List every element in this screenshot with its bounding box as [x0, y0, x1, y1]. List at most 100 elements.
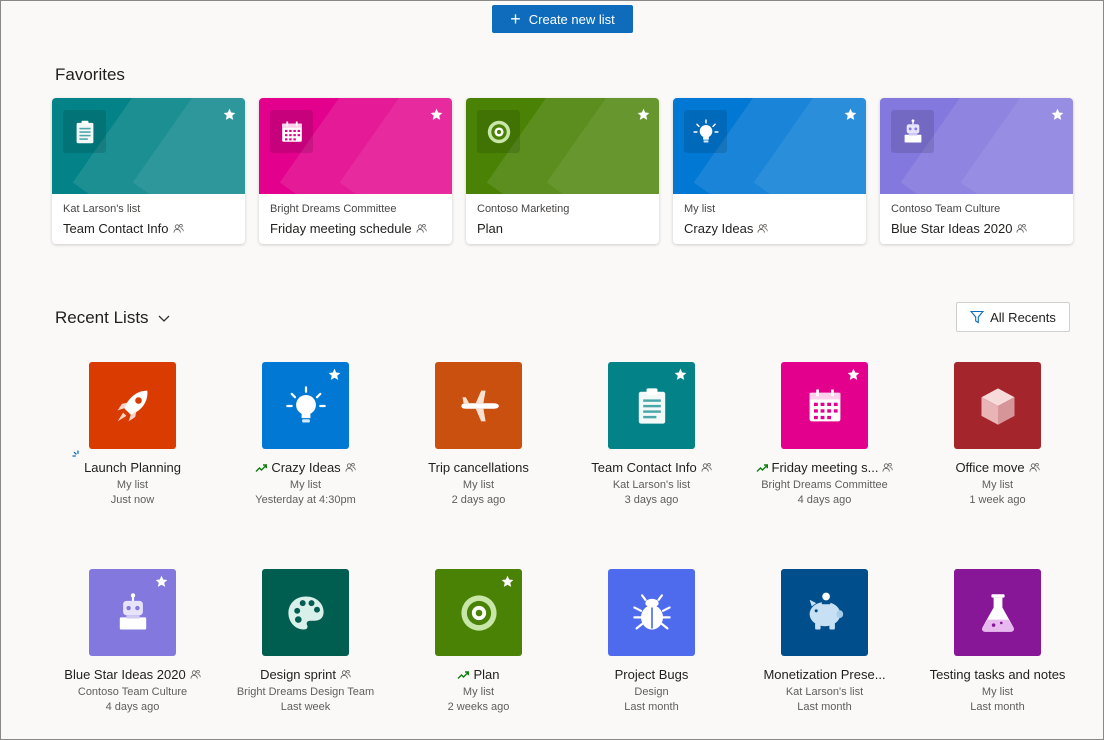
favorite-star-icon[interactable] [223, 108, 236, 121]
recent-list-title-text: Plan [473, 667, 500, 682]
recent-list-thumbnail [262, 569, 349, 656]
recent-list-title-text: Launch Planning [84, 460, 181, 475]
favorite-card-title: Team Contact Info [63, 221, 184, 236]
recent-list-tile[interactable]: Launch Planning My list Just now [46, 362, 219, 512]
favorites-row: Kat Larson's list Team Contact Info Brig… [52, 98, 1073, 244]
recent-list-tile[interactable]: Testing tasks and notes My list Last mon… [911, 569, 1084, 719]
recent-list-title: Blue Star Ideas 2020 [46, 667, 219, 682]
favorite-star-icon[interactable] [844, 108, 857, 121]
recent-list-timestamp: 4 days ago [105, 701, 160, 713]
recent-list-owner: Kat Larson's list [785, 686, 864, 698]
shared-people-icon [345, 463, 356, 472]
recent-list-tile[interactable]: Monetization Prese... Kat Larson's list … [738, 569, 911, 719]
clipboard-icon [63, 110, 106, 153]
recent-list-thumbnail [89, 362, 176, 449]
recent-list-thumbnail [435, 569, 522, 656]
recent-list-timestamp: 3 days ago [624, 494, 679, 506]
recent-list-tile[interactable]: Office move My list 1 week ago [911, 362, 1084, 512]
palette-icon [284, 591, 328, 635]
cube-icon [976, 384, 1020, 428]
recent-list-owner: Bright Dreams Design Team [236, 686, 375, 698]
chevron-down-icon [158, 315, 170, 322]
recent-list-timestamp: Just now [110, 494, 155, 506]
recent-row-2: Blue Star Ideas 2020 Contoso Team Cultur… [46, 569, 1084, 719]
recent-list-thumbnail [781, 362, 868, 449]
favorites-heading: Favorites [55, 65, 125, 84]
favorite-card-title-text: Plan [477, 221, 504, 236]
favorite-card-owner: Contoso Team Culture [891, 203, 1001, 215]
rocket-icon [111, 384, 155, 428]
favorite-card-title: Plan [477, 221, 503, 236]
favorite-card-title-text: Crazy Ideas [684, 221, 754, 236]
recent-list-owner: My list [116, 479, 149, 491]
all-recents-filter-button[interactable]: All Recents [956, 302, 1070, 332]
recent-list-title: Team Contact Info [565, 460, 738, 475]
recent-list-thumbnail [608, 362, 695, 449]
recent-list-owner: My list [981, 686, 1014, 698]
create-new-list-label: Create new list [528, 11, 615, 27]
favorite-card-title-text: Blue Star Ideas 2020 [891, 221, 1013, 236]
recent-list-title: Monetization Prese... [738, 667, 911, 682]
recent-list-tile[interactable]: Friday meeting s... Bright Dreams Commit… [738, 362, 911, 512]
favorite-card[interactable]: Bright Dreams Committee Friday meeting s… [259, 98, 452, 244]
recent-list-tile[interactable]: Team Contact Info Kat Larson's list 3 da… [565, 362, 738, 512]
recent-list-title: Trip cancellations [392, 460, 565, 475]
favorite-star-icon[interactable] [847, 368, 860, 381]
recent-list-owner: Kat Larson's list [612, 479, 691, 491]
clipboard-icon [630, 384, 674, 428]
shared-people-icon [1016, 224, 1028, 233]
airplane-icon [457, 384, 501, 428]
recent-list-timestamp: Last month [970, 701, 1025, 713]
recent-lists-label: Recent Lists [55, 308, 149, 327]
recent-list-thumbnail [781, 569, 868, 656]
recent-list-owner: My list [289, 479, 322, 491]
favorite-card[interactable]: My list Crazy Ideas [673, 98, 866, 244]
recent-list-tile[interactable]: Blue Star Ideas 2020 Contoso Team Cultur… [46, 569, 219, 719]
robot-icon [891, 110, 934, 153]
recent-list-tile[interactable]: Design sprint Bright Dreams Design Team … [219, 569, 392, 719]
favorite-star-icon[interactable] [674, 368, 687, 381]
favorite-card-banner [259, 98, 452, 194]
favorite-card-title: Crazy Ideas [684, 221, 769, 236]
bug-icon [630, 591, 674, 635]
recent-list-title-text: Design sprint [260, 667, 336, 682]
create-new-list-button[interactable]: + Create new list [492, 5, 633, 33]
favorite-star-icon[interactable] [155, 575, 168, 588]
calendar-icon [270, 110, 313, 153]
recent-list-thumbnail [435, 362, 522, 449]
recent-list-title: Testing tasks and notes [911, 667, 1084, 682]
shared-people-icon [701, 463, 712, 472]
favorite-card[interactable]: Contoso Marketing Plan [466, 98, 659, 244]
favorite-card-title: Friday meeting schedule [270, 221, 427, 236]
favorite-star-icon[interactable] [637, 108, 650, 121]
favorite-card-banner [466, 98, 659, 194]
favorite-star-icon[interactable] [430, 108, 443, 121]
favorite-star-icon[interactable] [1051, 108, 1064, 121]
recent-list-timestamp: Yesterday at 4:30pm [255, 494, 356, 506]
recent-list-owner: My list [462, 479, 495, 491]
filter-icon [970, 310, 985, 324]
favorite-card-title-text: Team Contact Info [63, 221, 169, 236]
shared-people-icon [1029, 463, 1040, 472]
recent-list-tile[interactable]: Crazy Ideas My list Yesterday at 4:30pm [219, 362, 392, 512]
recent-lists-heading[interactable]: Recent Lists [55, 308, 171, 328]
favorite-card[interactable]: Contoso Team Culture Blue Star Ideas 202… [880, 98, 1073, 244]
recent-list-tile[interactable]: Trip cancellations My list 2 days ago [392, 362, 565, 512]
recent-list-title-text: Trip cancellations [428, 460, 529, 475]
recent-list-timestamp: Last week [280, 701, 331, 713]
favorite-card-owner: My list [684, 203, 716, 215]
favorite-card-owner: Bright Dreams Committee [270, 203, 397, 215]
recent-list-title-text: Blue Star Ideas 2020 [64, 667, 186, 682]
calendar-icon [803, 384, 847, 428]
target-icon [457, 591, 501, 635]
favorite-star-icon[interactable] [501, 575, 514, 588]
recent-list-title-text: Friday meeting s... [771, 460, 879, 475]
favorite-star-icon[interactable] [328, 368, 341, 381]
recent-list-tile[interactable]: Project Bugs Design Last month [565, 569, 738, 719]
recent-list-title: Project Bugs [565, 667, 738, 682]
favorite-card-owner: Contoso Marketing [477, 203, 570, 215]
recent-list-owner: Contoso Team Culture [77, 686, 188, 698]
recent-list-tile[interactable]: Plan My list 2 weeks ago [392, 569, 565, 719]
shared-people-icon [173, 224, 184, 233]
favorite-card[interactable]: Kat Larson's list Team Contact Info [52, 98, 245, 244]
